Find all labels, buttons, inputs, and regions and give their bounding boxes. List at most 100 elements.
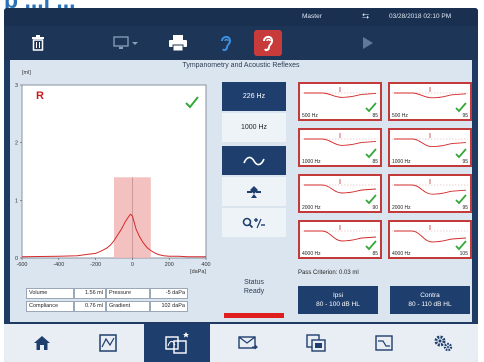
ear-left-icon[interactable] (212, 30, 240, 56)
report-icon[interactable] (286, 324, 345, 362)
ear-indicator: R (36, 90, 44, 102)
ear-right-icon[interactable] (254, 30, 282, 56)
reflex-box[interactable]: 1000 Hz 85 (298, 128, 382, 167)
reflex-trace (304, 92, 377, 98)
zoom-scale-button[interactable] (222, 208, 286, 237)
reflex-trace (304, 138, 377, 146)
reflex-level: 105 (459, 251, 468, 257)
reflex-trace-plot (392, 133, 468, 159)
play-icon[interactable] (354, 30, 382, 56)
reflex-trace (394, 138, 467, 148)
artifact-icon (247, 185, 261, 198)
chart-icon[interactable] (354, 324, 413, 362)
ipsi-label: Ipsi (332, 292, 344, 299)
reflex-level: 95 (462, 205, 468, 211)
compliance-value: 0.76 ml (74, 301, 106, 312)
reflex-box[interactable]: 500 Hz 85 (298, 82, 382, 121)
reflex-frequency: 1000 Hz (302, 159, 321, 165)
reflex-trace (394, 92, 467, 99)
reflex-level: 85 (372, 251, 378, 257)
reflex-trace (394, 230, 467, 243)
reflex-box[interactable]: 4000 Hz 85 (298, 220, 382, 259)
x-tick-label: 200 (165, 262, 174, 268)
toolbar (4, 26, 478, 60)
reflex-trace-plot (392, 225, 468, 251)
reflex-level: 95 (462, 159, 468, 165)
reflex-trace (304, 184, 377, 194)
status-bar: Master ⮀ 03/28/2018 02:10 PM (4, 8, 478, 26)
status-block: Status Ready (224, 278, 284, 296)
waveform-icon (243, 156, 265, 165)
bottom-nav (4, 324, 478, 362)
reflex-box[interactable]: 4000 Hz 105 (388, 220, 472, 259)
usb-icon: ⮀ (362, 11, 370, 21)
reflex-trace-plot (302, 87, 378, 113)
check-icon (365, 240, 377, 251)
y-tick-label: 2 (15, 141, 18, 147)
email-icon[interactable] (218, 324, 277, 362)
check-icon (455, 102, 467, 113)
gradient-value: 102 daPa (150, 301, 188, 312)
check-icon (365, 194, 377, 205)
x-axis-label: [daPa] (190, 269, 206, 275)
reflex-trace-plot (302, 133, 378, 159)
pressure-label: Pressure (106, 288, 150, 299)
monitor-dropdown-icon[interactable] (108, 30, 144, 56)
contra-button[interactable]: Contra 80 - 110 dB HL (390, 286, 470, 314)
reflex-frequency: 2000 Hz (392, 205, 411, 211)
status-indicator-bar (224, 313, 284, 318)
x-tick-label: -200 (90, 262, 101, 268)
reflex-frequency: 2000 Hz (302, 205, 321, 211)
check-icon (365, 102, 377, 113)
gradient-label: Gradient (106, 301, 150, 312)
trash-icon[interactable] (24, 30, 52, 56)
reflex-box[interactable]: 500 Hz 95 (388, 82, 472, 121)
ipsi-button[interactable]: Ipsi 80 - 100 dB HL (298, 286, 378, 314)
check-icon (365, 148, 377, 159)
reflex-trace-plot (302, 225, 378, 251)
waveform-button[interactable] (222, 146, 286, 175)
reflex-trace-plot (302, 179, 378, 205)
home-icon[interactable] (12, 324, 71, 362)
compliance-label: Compliance (26, 301, 74, 312)
check-icon (455, 240, 467, 251)
reflex-box[interactable]: 2000 Hz 95 (388, 174, 472, 213)
status-value: Ready (243, 288, 265, 295)
settings-icon[interactable] (414, 324, 473, 362)
freq-1000-button[interactable]: 1000 Hz (222, 113, 286, 142)
contra-label: Contra (420, 292, 440, 299)
reflex-frequency: 4000 Hz (302, 251, 321, 257)
pressure-value: -5 daPa (150, 288, 188, 299)
status-label: Status (244, 279, 264, 286)
reflex-level: 85 (372, 113, 378, 119)
reflex-trace-plot (392, 179, 468, 205)
reflex-level: 90 (372, 205, 378, 211)
reflex-box[interactable]: 2000 Hz 90 (298, 174, 382, 213)
reflex-trace-plot (392, 87, 468, 113)
x-tick-label: 400 (201, 262, 210, 268)
reflex-box[interactable]: 1000 Hz 95 (388, 128, 472, 167)
date-time: 03/28/2018 02:10 PM (389, 13, 452, 20)
reflex-frequency: 1000 Hz (392, 159, 411, 165)
audiometer-device: Master ⮀ 03/28/2018 02:10 PM Tympanometr… (4, 8, 478, 362)
x-tick-label: 0 (131, 262, 134, 268)
artifact-button[interactable] (222, 177, 286, 206)
printer-icon[interactable] (164, 30, 192, 56)
test-screen: Tympanometry and Acoustic Reflexes [ml] … (10, 60, 472, 322)
x-tick-label: -600 (16, 262, 27, 268)
contra-range: 80 - 110 dB HL (408, 301, 452, 308)
check-icon (455, 148, 467, 159)
screen-title: Tympanometry and Acoustic Reflexes (182, 62, 300, 69)
reflex-level: 85 (372, 159, 378, 165)
tympanometry-icon[interactable] (144, 324, 210, 362)
pass-criterion: Pass Criterion: 0.03 ml (298, 270, 359, 276)
reflex-trace (394, 184, 467, 195)
x-tick-label: -400 (53, 262, 64, 268)
zoom-scale-icon (242, 217, 265, 228)
volume-label: Volume (26, 288, 74, 299)
reflex-level: 95 (462, 113, 468, 119)
reflex-frequency: 4000 Hz (392, 251, 411, 257)
freq-226-button[interactable]: 226 Hz (222, 82, 286, 111)
audiogram-icon[interactable] (78, 324, 137, 362)
page: { "banner": {"title": "p ...i ..."}, "st… (0, 0, 484, 362)
